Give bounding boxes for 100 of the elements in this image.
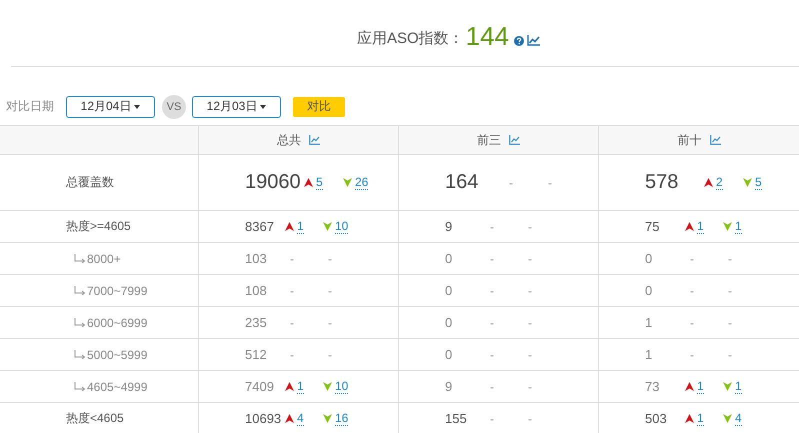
indent-arrow-icon	[74, 382, 86, 391]
column-header: 前十	[678, 132, 702, 148]
increase-link[interactable]: 1	[697, 220, 704, 234]
down-arrow-icon	[723, 414, 732, 423]
score-title: 应用ASO指数：	[356, 29, 464, 49]
decrease-link[interactable]: 5	[755, 176, 762, 190]
empty-dash: -	[489, 412, 494, 426]
empty-dash: -	[689, 316, 694, 330]
empty-dash: -	[489, 348, 494, 362]
row-label: 8000+	[87, 252, 121, 266]
count-value: 73	[645, 379, 660, 394]
decrease-link[interactable]: 10	[335, 220, 348, 234]
empty-dash: -	[289, 284, 294, 298]
count-value: 503	[645, 411, 668, 426]
count-value: 164	[445, 171, 480, 194]
increase-link[interactable]: 1	[297, 220, 304, 234]
count-value: 8367	[245, 219, 275, 234]
empty-dash: -	[689, 348, 694, 362]
up-arrow-icon	[285, 222, 294, 231]
increase-link[interactable]: 1	[297, 380, 304, 394]
row-label: 5000~5999	[87, 348, 148, 362]
empty-dash: -	[689, 252, 694, 266]
empty-dash: -	[727, 348, 732, 362]
trend-chart-icon[interactable]	[527, 35, 540, 46]
up-arrow-icon	[304, 178, 313, 187]
count-value: 512	[245, 347, 268, 362]
count-value: 0	[445, 283, 454, 298]
up-arrow-icon	[285, 382, 294, 391]
row-label: 总覆盖数	[66, 174, 114, 191]
up-arrow-icon	[685, 414, 694, 423]
empty-dash: -	[527, 284, 532, 298]
increase-link[interactable]: 1	[697, 412, 704, 426]
empty-dash: -	[547, 176, 552, 190]
indent-arrow-icon	[74, 286, 86, 295]
column-header: 总共	[277, 132, 301, 148]
decrease-link[interactable]: 1	[735, 220, 742, 234]
aso-score: 144	[466, 21, 510, 51]
compare-button[interactable]: 对比	[293, 96, 345, 116]
empty-dash: -	[489, 220, 494, 234]
up-arrow-icon	[704, 178, 713, 187]
count-value: 0	[645, 283, 654, 298]
decrease-link[interactable]: 4	[735, 412, 742, 426]
empty-dash: -	[489, 252, 494, 266]
trend-chart-icon[interactable]	[509, 135, 520, 145]
count-value: 9	[445, 379, 454, 394]
down-arrow-icon	[723, 382, 732, 391]
count-value: 1	[645, 347, 654, 362]
row-label: 热度<4605	[66, 410, 124, 427]
down-arrow-icon	[323, 414, 332, 423]
count-value: 9	[445, 219, 454, 234]
down-arrow-icon	[343, 178, 352, 187]
down-arrow-icon	[743, 178, 752, 187]
indent-arrow-icon	[74, 254, 86, 263]
increase-link[interactable]: 1	[697, 380, 704, 394]
indent-arrow-icon	[74, 318, 86, 327]
vs-badge: VS	[162, 94, 186, 118]
help-icon[interactable]	[514, 36, 524, 46]
empty-dash: -	[489, 380, 494, 394]
count-value: 0	[645, 251, 654, 266]
empty-dash: -	[327, 316, 332, 330]
empty-dash: -	[527, 412, 532, 426]
count-value: 0	[445, 347, 454, 362]
empty-dash: -	[527, 380, 532, 394]
empty-dash: -	[689, 284, 694, 298]
date-dropdown[interactable]: 12月04日	[66, 96, 155, 118]
decrease-link[interactable]: 10	[335, 380, 348, 394]
count-value: 155	[445, 411, 468, 426]
down-arrow-icon	[323, 382, 332, 391]
count-value: 103	[245, 251, 268, 266]
count-value: 1	[645, 315, 654, 330]
empty-dash: -	[727, 316, 732, 330]
increase-link[interactable]: 5	[316, 176, 323, 190]
empty-dash: -	[727, 252, 732, 266]
caret-icon	[260, 104, 266, 108]
up-arrow-icon	[685, 222, 694, 231]
compare-date-label: 对比日期	[6, 98, 55, 115]
increase-link[interactable]: 2	[716, 176, 723, 190]
count-value: 0	[445, 251, 454, 266]
decrease-link[interactable]: 26	[355, 176, 368, 190]
down-arrow-icon	[323, 222, 332, 231]
empty-dash: -	[327, 252, 332, 266]
up-arrow-icon	[285, 414, 294, 423]
date-dropdown[interactable]: 12月03日	[192, 96, 281, 118]
row-label: 6000~6999	[87, 316, 148, 330]
column-header: 前三	[477, 132, 501, 148]
empty-dash: -	[508, 176, 513, 190]
empty-dash: -	[289, 252, 294, 266]
trend-chart-icon[interactable]	[710, 135, 720, 145]
caret-icon	[134, 104, 140, 108]
increase-link[interactable]: 4	[297, 412, 304, 426]
empty-dash: -	[327, 348, 332, 362]
trend-chart-icon[interactable]	[309, 135, 320, 145]
count-value: 10693	[245, 411, 282, 426]
count-value: 0	[445, 315, 454, 330]
empty-dash: -	[527, 252, 532, 266]
empty-dash: -	[327, 284, 332, 298]
decrease-link[interactable]: 1	[735, 380, 742, 394]
empty-dash: -	[727, 284, 732, 298]
decrease-link[interactable]: 16	[335, 412, 348, 426]
count-value: 19060	[245, 171, 302, 194]
